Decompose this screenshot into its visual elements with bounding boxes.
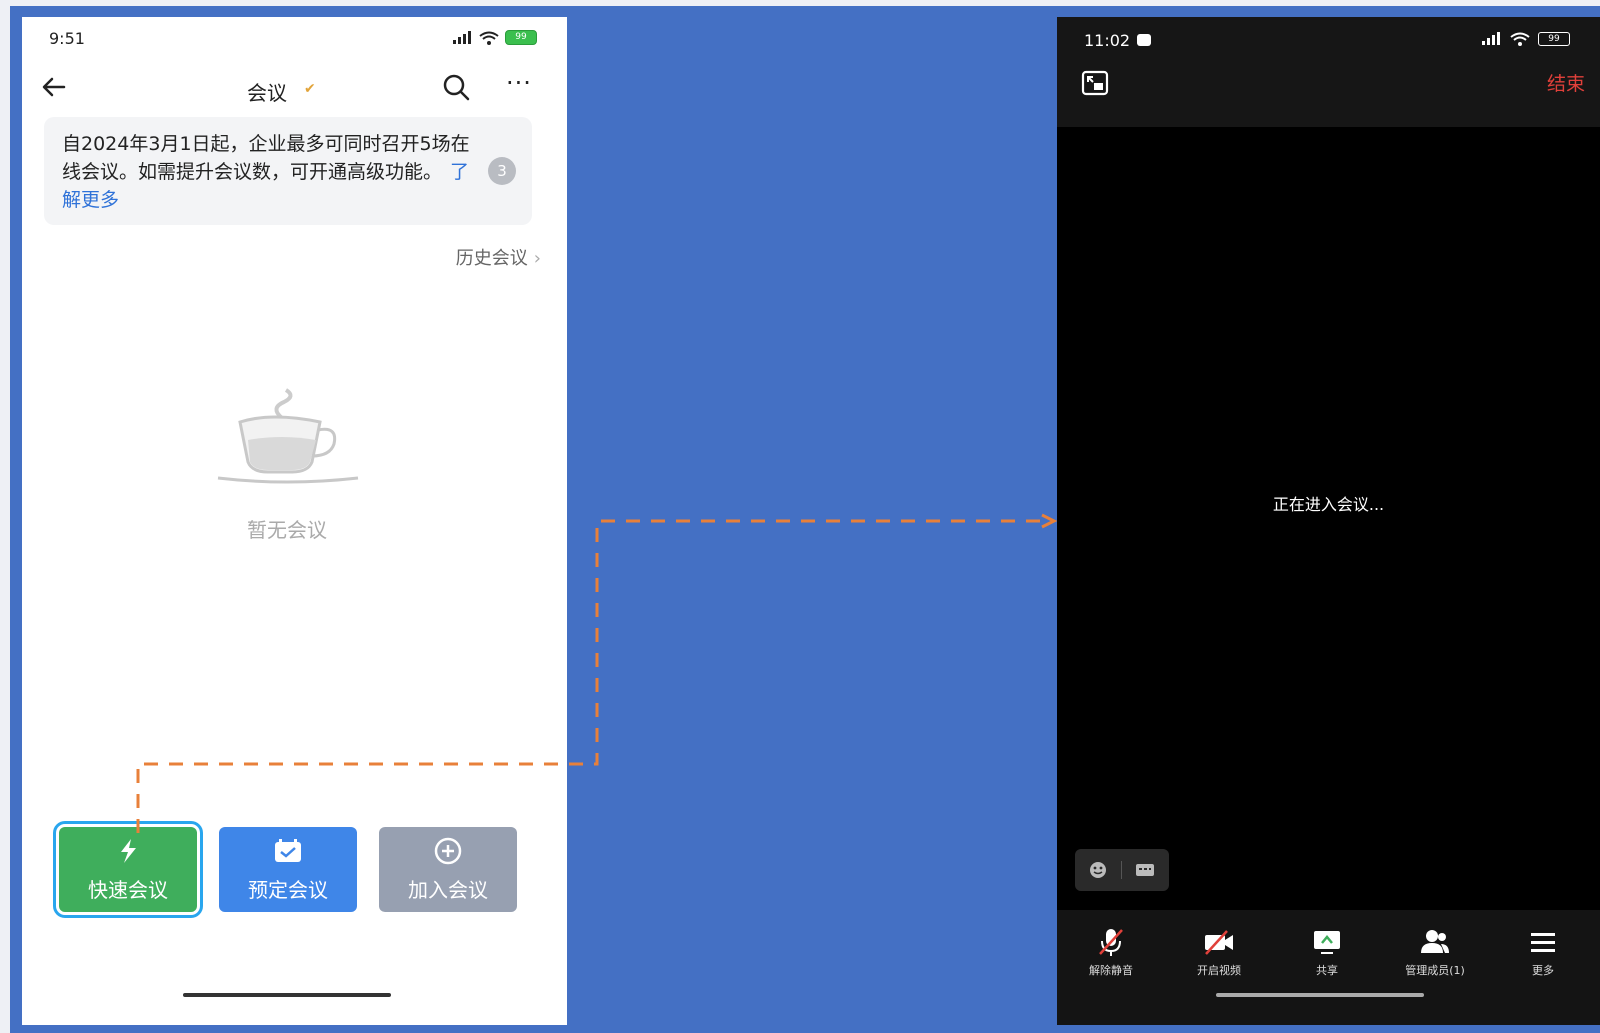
recording-dot-icon (1137, 34, 1151, 46)
more-button[interactable]: 更多 (1489, 910, 1597, 1000)
notice-count-badge[interactable]: 3 (488, 157, 516, 185)
minimize-window-icon[interactable] (1081, 69, 1109, 97)
entering-meeting-text: 正在进入会议... (1272, 495, 1385, 514)
manage-members-label: 管理成员(1) (1405, 964, 1465, 977)
more-label: 更多 (1532, 964, 1554, 977)
notice-text: 自2024年3月1日起，企业最多可同时召开5场在线会议。如需提升会议数，可开通高… (62, 130, 472, 214)
video-off-icon (1205, 930, 1233, 955)
wifi-icon (1510, 32, 1530, 46)
home-indicator (183, 993, 391, 997)
status-icons: 99 (451, 30, 537, 45)
plus-circle-icon (434, 837, 462, 865)
chat-input-pill[interactable] (1075, 849, 1169, 891)
history-meetings-link[interactable]: 历史会议 › (456, 244, 541, 270)
divider (1121, 861, 1122, 879)
right-phone-screen: 11:02 99 结束 正在进入会议... 解除静音 开启视频 共享 管理成员(… (1057, 17, 1600, 1025)
calendar-check-icon (275, 839, 301, 862)
end-meeting-button[interactable]: 结束 (1547, 69, 1585, 96)
home-indicator (1216, 993, 1424, 997)
share-screen-icon (1314, 931, 1340, 954)
meeting-top-bar: 11:02 99 结束 (1057, 17, 1600, 127)
join-meeting-button[interactable]: 加入会议 (379, 827, 517, 912)
history-label: 历史会议 (455, 248, 528, 269)
status-time: 11:02 (1084, 31, 1131, 50)
battery-icon: 99 (1538, 32, 1570, 46)
share-label: 共享 (1316, 964, 1338, 977)
message-icon[interactable] (1133, 859, 1157, 881)
unmute-label: 解除静音 (1089, 964, 1133, 977)
quick-meeting-label: 快速会议 (88, 878, 168, 902)
notice-message: 自2024年3月1日起，企业最多可同时召开5场在线会议。如需提升会议数，可开通高… (62, 133, 470, 183)
quick-meeting-button[interactable]: 快速会议 (53, 821, 203, 918)
schedule-meeting-label: 预定会议 (248, 878, 328, 902)
start-video-label: 开启视频 (1197, 964, 1241, 977)
schedule-meeting-button[interactable]: 预定会议 (219, 827, 357, 912)
chevron-right-icon: › (533, 248, 541, 269)
status-bar: 9:51 99 (22, 17, 567, 61)
status-icons: 99 (1480, 32, 1570, 46)
lightning-icon (121, 839, 136, 863)
manage-members-button[interactable]: 管理成员(1) (1381, 910, 1489, 1000)
signal-icon (453, 30, 471, 44)
more-icon[interactable]: ··· (506, 69, 532, 97)
back-arrow-icon[interactable] (38, 71, 70, 103)
unmute-button[interactable]: 解除静音 (1057, 910, 1165, 1000)
nav-bar: 会议 ✔ ··· (22, 67, 567, 113)
signal-icon (1482, 32, 1500, 45)
battery-icon: 99 (505, 30, 537, 45)
left-phone-screen: 9:51 99 会议 ✔ ··· 自2024年3月1日起，企业最多可同时召开5场… (22, 17, 567, 1025)
start-video-button[interactable]: 开启视频 (1165, 910, 1273, 1000)
mic-muted-icon (1099, 929, 1123, 956)
search-icon[interactable] (440, 71, 472, 103)
members-icon (1421, 930, 1449, 953)
title-dropdown-icon[interactable]: ✔ (304, 81, 316, 97)
wifi-icon (479, 31, 499, 45)
notice-banner: 自2024年3月1日起，企业最多可同时召开5场在线会议。如需提升会议数，可开通高… (44, 117, 532, 225)
emoji-icon[interactable] (1087, 859, 1109, 881)
meeting-toolbar: 解除静音 开启视频 共享 管理成员(1) 更多 (1057, 910, 1600, 1025)
empty-state-label: 暂无会议 (247, 518, 327, 542)
status-time: 9:51 (49, 29, 85, 48)
page-title: 会议 (247, 81, 287, 105)
empty-cup-icon (217, 388, 359, 484)
menu-icon (1531, 933, 1555, 952)
join-meeting-label: 加入会议 (408, 878, 488, 902)
share-button[interactable]: 共享 (1273, 910, 1381, 1000)
